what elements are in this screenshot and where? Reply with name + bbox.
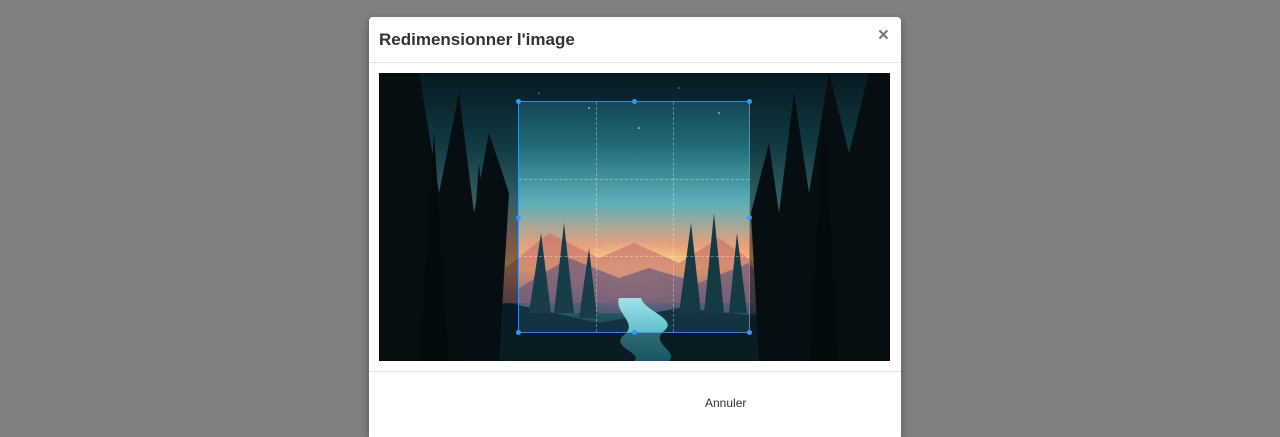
crop-handle-se[interactable] <box>747 330 752 335</box>
modal-body <box>379 73 890 361</box>
crop-image[interactable] <box>379 73 890 361</box>
modal-title: Redimensionner l'image <box>379 30 575 49</box>
crop-grid-line <box>519 256 749 257</box>
crop-handle-w[interactable] <box>516 215 521 220</box>
crop-grid-line <box>519 179 749 180</box>
crop-grid-line <box>673 102 674 332</box>
close-button[interactable]: × <box>878 26 889 46</box>
modal-footer: Annuler <box>369 371 901 437</box>
crop-handle-s[interactable] <box>632 330 637 335</box>
crop-handle-e[interactable] <box>747 215 752 220</box>
resize-image-dialog: Redimensionner l'image × Annuler <box>369 17 901 437</box>
crop-handle-sw[interactable] <box>516 330 521 335</box>
crop-handle-n[interactable] <box>632 99 637 104</box>
modal-header: Redimensionner l'image × <box>369 17 901 63</box>
crop-handle-ne[interactable] <box>747 99 752 104</box>
cancel-button[interactable]: Annuler <box>705 396 746 410</box>
crop-grid-line <box>596 102 597 332</box>
crop-handle-nw[interactable] <box>516 99 521 104</box>
crop-selection[interactable] <box>516 99 752 335</box>
